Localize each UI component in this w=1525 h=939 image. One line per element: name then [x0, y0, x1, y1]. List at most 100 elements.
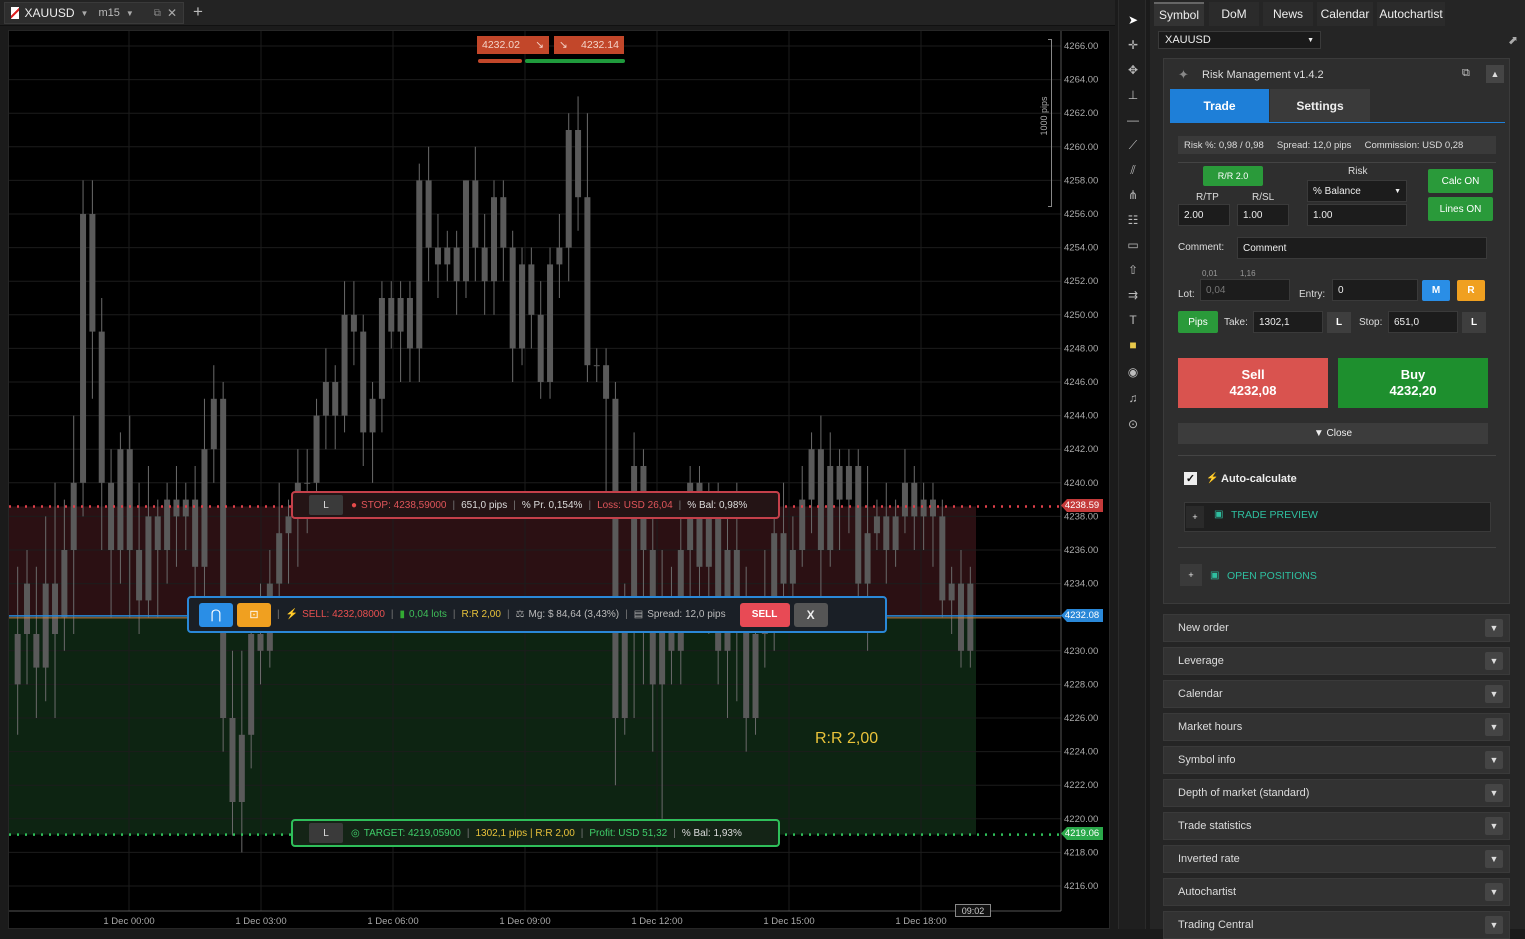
- expand-positions-button[interactable]: +: [1180, 564, 1202, 586]
- candle-body: [416, 180, 423, 349]
- accordion-depth-of-market-standard[interactable]: Depth of market (standard) ▼: [1163, 779, 1510, 807]
- risk-value-input[interactable]: 1.00: [1307, 204, 1407, 226]
- rr-preset-button[interactable]: R/R 2.0: [1203, 166, 1263, 186]
- auto-calc-checkbox[interactable]: ✓: [1184, 472, 1197, 485]
- chevron-down-icon[interactable]: ▼: [1485, 883, 1503, 901]
- calc-on-button[interactable]: Calc ON: [1428, 169, 1493, 193]
- arrow-up-icon[interactable]: ⇧: [1123, 260, 1143, 280]
- crosshair-icon[interactable]: ✛: [1123, 35, 1143, 55]
- stop-loss-bar[interactable]: L ● STOP: 4238,59000 | 651,0 pips | % Pr. …: [291, 491, 780, 519]
- chevron-down-icon[interactable]: ▼: [1485, 718, 1503, 736]
- rm-sell-button[interactable]: Sell 4232,08: [1178, 358, 1328, 408]
- take-profit-bar[interactable]: L ◎ TARGET: 4219,05900 | 1302,1 pips | R:…: [291, 819, 780, 847]
- accordion-new-order[interactable]: New order ▼: [1163, 614, 1510, 642]
- accordion-label: Calendar: [1178, 688, 1223, 700]
- chevron-down-icon[interactable]: ▼: [1485, 784, 1503, 802]
- sell-arrow-icon: ↘: [535, 39, 544, 51]
- accordion-inverted-rate[interactable]: Inverted rate ▼: [1163, 845, 1510, 873]
- pitchfork-icon[interactable]: ⋔: [1123, 185, 1143, 205]
- chevron-down-icon[interactable]: ▼: [1485, 685, 1503, 703]
- move-icon[interactable]: ✥: [1123, 60, 1143, 80]
- stop-l-button[interactable]: L: [1462, 312, 1486, 333]
- rtp-input[interactable]: 2.00: [1178, 204, 1230, 226]
- chart-tab[interactable]: XAUUSD ▼ m15 ▼ ⧉ ✕: [4, 2, 184, 24]
- stop-l-button[interactable]: L: [309, 495, 343, 515]
- accordion-symbol-info[interactable]: Symbol info ▼: [1163, 746, 1510, 774]
- take-l-button[interactable]: L: [1327, 312, 1351, 333]
- magnet-button[interactable]: ⋂: [199, 602, 233, 627]
- stop-input[interactable]: 651,0: [1388, 311, 1458, 333]
- right-tab-news[interactable]: News: [1263, 2, 1313, 26]
- chevron-down-icon[interactable]: ▼: [1485, 619, 1503, 637]
- chevron-down-icon[interactable]: ▼: [1485, 850, 1503, 868]
- accordion-trade-statistics[interactable]: Trade statistics ▼: [1163, 812, 1510, 840]
- rm-buy-button[interactable]: Buy 4232,20: [1338, 358, 1488, 408]
- stop-pr: % Pr. 0,154%: [521, 499, 583, 511]
- accordion-calendar[interactable]: Calendar ▼: [1163, 680, 1510, 708]
- lines-on-button[interactable]: Lines ON: [1428, 197, 1493, 221]
- close-tab-icon[interactable]: ✕: [167, 6, 177, 20]
- sell-button[interactable]: SELL: [739, 602, 790, 627]
- text-icon[interactable]: T: [1123, 310, 1143, 330]
- candle-body: [771, 533, 778, 601]
- buy-quote-box[interactable]: ↘ 4232.14: [554, 36, 624, 54]
- market-button[interactable]: M: [1422, 280, 1450, 301]
- note-icon[interactable]: ■: [1123, 335, 1143, 355]
- sell-quote-box[interactable]: 4232.02 ↘: [477, 36, 549, 54]
- right-tab-dom[interactable]: DoM: [1209, 2, 1259, 26]
- entry-input[interactable]: 0: [1332, 279, 1418, 301]
- risk-mode-select[interactable]: % Balance ▼: [1307, 180, 1407, 202]
- projection-icon[interactable]: ⇉: [1123, 285, 1143, 305]
- rsl-input[interactable]: 1.00: [1237, 204, 1289, 226]
- replay-icon[interactable]: ⊙: [1123, 414, 1143, 434]
- add-tab-button[interactable]: +: [193, 2, 203, 22]
- popout-icon[interactable]: ⧉: [1462, 67, 1470, 80]
- entry-order-bar[interactable]: ⋂ ⊡ | ⚡ SELL: 4232,08000 | ▮ 0,04 lots | R…: [187, 596, 887, 633]
- accordion-autochartist[interactable]: Autochartist ▼: [1163, 878, 1510, 906]
- cursor-icon[interactable]: ➤: [1123, 10, 1143, 30]
- measure-icon[interactable]: ⊥: [1123, 85, 1143, 105]
- symbol-select[interactable]: XAUUSD ▼: [1158, 31, 1321, 49]
- horizontal-line-icon[interactable]: —: [1123, 110, 1143, 130]
- accordion-market-hours[interactable]: Market hours ▼: [1163, 713, 1510, 741]
- camera-icon[interactable]: ◉: [1123, 362, 1143, 382]
- candle-body: [444, 247, 451, 265]
- snap-button[interactable]: ⊡: [237, 602, 271, 627]
- symbol-dropdown-icon[interactable]: ▼: [81, 9, 89, 18]
- candle-body: [491, 197, 497, 282]
- comment-input[interactable]: Comment: [1237, 237, 1487, 259]
- r-button[interactable]: R: [1457, 280, 1485, 301]
- take-input[interactable]: 1302,1: [1253, 311, 1323, 333]
- expand-preview-button[interactable]: +: [1186, 506, 1204, 528]
- timeframe-dropdown-icon[interactable]: ▼: [126, 9, 134, 18]
- accordion-leverage[interactable]: Leverage ▼: [1163, 647, 1510, 675]
- bell-icon[interactable]: ♫: [1123, 388, 1143, 408]
- trend-line-icon[interactable]: ⟋: [1123, 135, 1143, 155]
- fibonacci-icon[interactable]: ☷: [1123, 210, 1143, 230]
- lot-input[interactable]: 0,04: [1200, 279, 1290, 301]
- accordion-label: Leverage: [1178, 655, 1224, 667]
- accordion-trading-central[interactable]: Trading Central ▼: [1163, 911, 1510, 939]
- right-tab-symbol[interactable]: Symbol: [1154, 2, 1204, 26]
- price-chart[interactable]: 4266.00 4264.00 4262.00 4260.00 4258.00 4256.…: [8, 30, 1110, 929]
- detach-icon[interactable]: ⧉: [154, 8, 161, 19]
- close-positions-button[interactable]: ▼ Close: [1178, 423, 1488, 444]
- chevron-down-icon[interactable]: ▼: [1485, 652, 1503, 670]
- tab-timeframe[interactable]: m15: [98, 7, 119, 19]
- cancel-order-button[interactable]: X: [793, 602, 828, 627]
- chevron-down-icon[interactable]: ▼: [1485, 817, 1503, 835]
- chart-canvas[interactable]: 4266.00 4264.00 4262.00 4260.00 4258.00 4256.…: [9, 31, 1110, 929]
- channel-icon[interactable]: ⫽: [1123, 160, 1143, 180]
- right-tab-autochartist[interactable]: Autochartist: [1377, 2, 1445, 26]
- chart-icon[interactable]: ⬈: [1508, 33, 1518, 47]
- target-l-button[interactable]: L: [309, 823, 343, 843]
- tab-settings[interactable]: Settings: [1270, 89, 1370, 123]
- rectangle-icon[interactable]: ▭: [1123, 235, 1143, 255]
- rsl-label: R/SL: [1252, 192, 1275, 203]
- collapse-icon[interactable]: ▲: [1486, 65, 1504, 83]
- right-tab-calendar[interactable]: Calendar: [1317, 2, 1373, 26]
- chevron-down-icon[interactable]: ▼: [1485, 751, 1503, 769]
- pips-button[interactable]: Pips: [1178, 311, 1218, 333]
- tab-trade[interactable]: Trade: [1170, 89, 1269, 123]
- chevron-down-icon[interactable]: ▼: [1485, 916, 1503, 934]
